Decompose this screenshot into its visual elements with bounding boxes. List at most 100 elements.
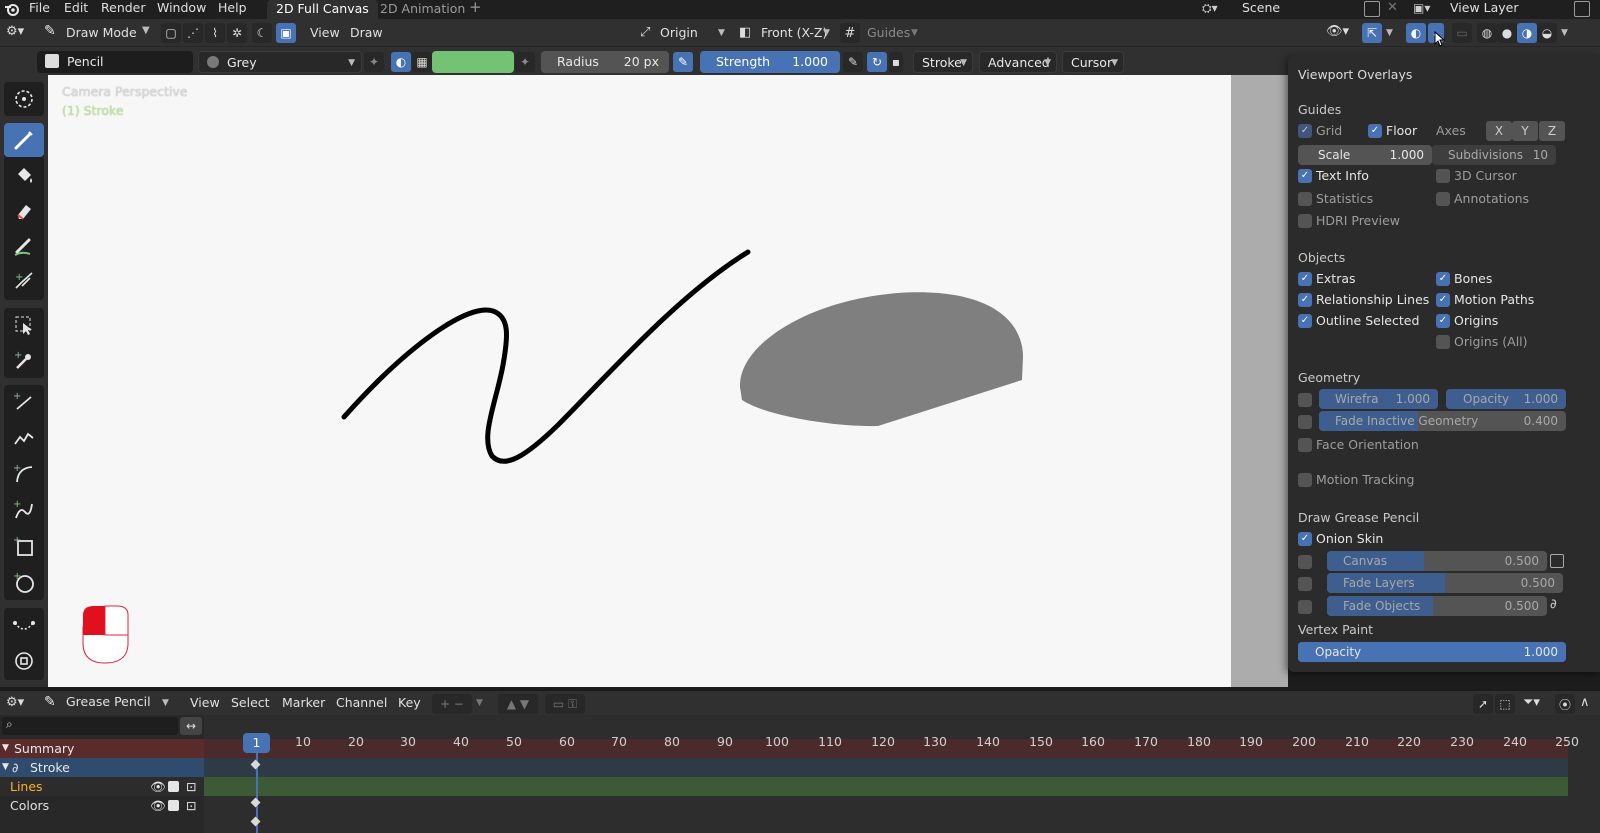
eyedropper-tool-icon[interactable]: + — [4, 343, 44, 377]
onion-checkbox-icon[interactable] — [168, 781, 179, 792]
axis-z-toggle[interactable]: Z — [1539, 121, 1565, 141]
gizmo-icon[interactable]: ⇱ — [1362, 23, 1382, 43]
orientation-dropdown[interactable]: Front (X-Z) — [761, 19, 827, 47]
canvas-color-icon[interactable] — [1550, 554, 1564, 568]
vertex-color-icon[interactable]: ▦ — [412, 52, 432, 72]
polyline-tool-icon[interactable] — [4, 421, 44, 455]
overlays-toggle-icon[interactable]: ◐ — [1406, 23, 1426, 43]
box-tool-icon[interactable]: + — [4, 529, 44, 563]
filter-icon[interactable]: ⏷▾ — [1523, 695, 1540, 710]
hdri-preview-checkbox[interactable]: HDRI Preview — [1298, 212, 1400, 230]
subdivisions-field[interactable]: Subdivisions 10 — [1432, 145, 1556, 165]
stabilize-options-icon[interactable]: ▪ — [889, 52, 903, 72]
draw-tool-icon[interactable] — [4, 123, 44, 157]
relationship-lines-checkbox[interactable]: ✓ Relationship Lines — [1298, 291, 1429, 309]
wireframe-shading-icon[interactable]: ◍ — [1477, 23, 1497, 43]
strength-pressure-icon[interactable]: ✎ — [843, 52, 863, 72]
solid-shading-icon[interactable]: ● — [1497, 23, 1517, 43]
transform-tool-icon[interactable] — [4, 644, 44, 678]
lock-icon[interactable]: ⊡ — [186, 777, 196, 796]
guides-dropdown[interactable]: Guides — [867, 19, 910, 47]
interpolate-tool-icon[interactable] — [4, 608, 44, 642]
visibility-eye-icon[interactable]: 👁 — [150, 777, 166, 796]
pivot-dropdown[interactable]: Origin — [660, 19, 698, 47]
select-box-tool-icon[interactable] — [4, 308, 44, 342]
origins-checkbox[interactable]: ✓ Origins — [1436, 312, 1498, 330]
rendered-shading-icon[interactable]: ◒ — [1537, 23, 1557, 43]
chevron-down-icon[interactable]: ▼ — [1386, 28, 1393, 38]
additive-drawing-icon[interactable]: ☾ — [252, 23, 272, 43]
cursor-tool-icon[interactable] — [4, 82, 44, 116]
axis-y-toggle[interactable]: Y — [1512, 121, 1538, 141]
wireframe-slider[interactable]: Wirefra 1.000 — [1319, 389, 1438, 409]
pin-material-icon[interactable]: ✦ — [364, 52, 384, 72]
add-remove-layer-icon[interactable]: + − — [432, 694, 472, 714]
brush-selector[interactable]: Pencil — [37, 51, 193, 73]
mask-icon[interactable]: ✲ — [227, 23, 247, 43]
bones-checkbox[interactable]: ✓ Bones — [1436, 270, 1492, 288]
menu-edit[interactable]: Edit — [64, 0, 88, 19]
circle-tool-icon[interactable]: + — [4, 565, 44, 599]
radius-field[interactable]: Radius 20 px — [541, 51, 669, 73]
wireframe-checkbox[interactable] — [1298, 391, 1316, 409]
menu-help[interactable]: Help — [218, 0, 247, 19]
curve-editing-icon[interactable]: ⌇ — [205, 23, 225, 43]
stroke-menu[interactable]: Stroke ▼ — [913, 51, 973, 73]
advanced-menu[interactable]: Advanced ▼ — [979, 51, 1057, 73]
pivot-icon[interactable]: ⤢ — [640, 25, 650, 40]
erase-tool-icon[interactable] — [4, 194, 44, 228]
vertex-paint-opacity-slider[interactable]: Opacity 1.000 — [1298, 642, 1566, 662]
proportional-edit-icon[interactable]: ⦿ — [1555, 694, 1575, 714]
view-layer-name-field[interactable]: View Layer — [1450, 0, 1519, 19]
orientation-icon[interactable]: ◧ — [739, 25, 751, 40]
delete-scene-icon[interactable]: ✕ — [1387, 0, 1398, 15]
geometry-opacity-slider[interactable]: Opacity 1.000 — [1446, 389, 1566, 409]
fade-layers-slider[interactable]: Fade Layers 0.500 — [1327, 573, 1563, 593]
motion-tracking-checkbox[interactable]: Motion Tracking — [1298, 471, 1414, 489]
face-orientation-checkbox[interactable]: Face Orientation — [1298, 436, 1419, 454]
statistics-checkbox[interactable]: Statistics — [1298, 190, 1373, 208]
editor-type-icon[interactable]: ⚙▾ — [6, 24, 24, 39]
add-workspace-button[interactable]: + — [469, 0, 482, 18]
cursor-menu[interactable]: Cursor ▼ — [1062, 51, 1124, 73]
channel-stroke[interactable]: ▼ ∂ Stroke — [0, 758, 204, 777]
floor-checkbox[interactable]: ✓ Floor — [1368, 122, 1417, 140]
menu-file[interactable]: File — [29, 0, 50, 19]
chevron-down-icon[interactable]: ▼ — [1561, 28, 1568, 38]
fade-objects-grease-icon[interactable]: ∂ — [1550, 597, 1557, 612]
view-layer-icon[interactable]: ▣▾ — [1413, 1, 1439, 17]
channel-search-field[interactable]: ⌕ — [2, 717, 178, 735]
scene-selector-icon[interactable]: ⛭▾ — [1202, 1, 1228, 17]
material-selector[interactable]: Grey ▼ — [198, 51, 362, 73]
pin-color-icon[interactable]: ✦ — [515, 52, 535, 72]
swap-icon[interactable]: ↔ — [180, 717, 202, 735]
cutter-tool-icon[interactable]: + — [4, 264, 44, 298]
stabilize-icon[interactable]: ↻ — [867, 52, 887, 72]
outline-selected-checkbox[interactable]: ✓ Outline Selected — [1298, 312, 1419, 330]
guides-grid-icon[interactable]: # — [840, 23, 860, 43]
editor-type-icon[interactable]: ⚙▾ — [6, 695, 24, 710]
scale-slider[interactable]: Scale 1.000 — [1298, 145, 1432, 165]
onion-skin-checkbox[interactable]: ✓ Onion Skin — [1298, 530, 1383, 548]
fade-objects-checkbox[interactable] — [1298, 598, 1316, 616]
radius-pressure-icon[interactable]: ✎ — [673, 52, 693, 72]
axis-x-toggle[interactable]: X — [1486, 121, 1512, 141]
canvas-slider[interactable]: Canvas 0.500 — [1327, 551, 1547, 571]
chevron-down-icon[interactable]: ▼ — [476, 698, 483, 708]
fade-layers-checkbox[interactable] — [1298, 575, 1316, 593]
text-info-checkbox[interactable]: ✓ Text Info — [1298, 167, 1369, 185]
visibility-eye-icon[interactable]: 👁▾ — [1326, 24, 1349, 39]
new-view-layer-icon[interactable] — [1574, 1, 1590, 17]
edit-lines-icon[interactable]: ⋰ — [183, 23, 203, 43]
view-menu[interactable]: View — [310, 19, 340, 47]
channel-summary[interactable]: ▼ Summary — [0, 739, 204, 758]
tint-tool-icon[interactable] — [4, 229, 44, 263]
xray-icon[interactable]: ▭ — [1452, 23, 1472, 43]
fade-objects-slider[interactable]: Fade Objects 0.500 — [1327, 596, 1547, 616]
scene-name-field[interactable]: Scene — [1242, 0, 1280, 19]
3d-cursor-checkbox[interactable]: 3D Cursor — [1436, 167, 1517, 185]
motion-paths-checkbox[interactable]: ✓ Motion Paths — [1436, 291, 1534, 309]
draw-mode-dropdown[interactable]: ✎ Draw Mode ▼ — [42, 22, 154, 44]
fade-inactive-checkbox[interactable] — [1298, 413, 1316, 431]
material-shading-icon[interactable]: ◑ — [1517, 23, 1537, 43]
